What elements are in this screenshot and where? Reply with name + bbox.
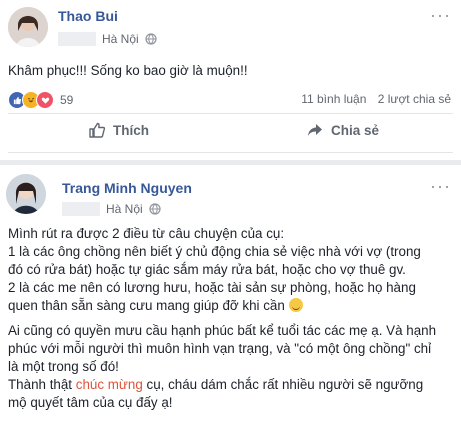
- text-segment: Thành thật: [8, 377, 76, 392]
- divider: [8, 113, 453, 114]
- timestamp[interactable]: [58, 32, 96, 46]
- divider: [8, 152, 453, 153]
- share-count[interactable]: 2 lượt chia sẻ: [378, 92, 451, 106]
- post-stats: 11 bình luận 2 lượt chia sẻ: [301, 92, 451, 106]
- post-meta: Hà Nội: [58, 32, 157, 46]
- text-segment: cụ, cháu dám chắc rất nhiều người sẽ ngư…: [142, 377, 424, 392]
- reaction-count: 59: [60, 93, 74, 107]
- like-button[interactable]: Thích: [88, 121, 149, 139]
- post-meta: Hà Nội: [62, 202, 161, 216]
- comment-count[interactable]: 11 bình luận: [301, 92, 366, 106]
- text-line: 2 là các me nên có lương hưu, hoặc tài s…: [8, 280, 416, 295]
- avatar[interactable]: [6, 174, 46, 214]
- text-line: Mình rút ra được 2 điều từ câu chuyện củ…: [8, 226, 285, 241]
- highlighted-text: chúc mừng: [75, 377, 143, 392]
- post-paragraph: Mình rút ra được 2 điều từ câu chuyện củ…: [8, 225, 451, 315]
- text-line: đó có rửa bát) hoặc tự giác sắm máy rửa …: [8, 262, 406, 277]
- more-options-icon[interactable]: ···: [430, 177, 451, 195]
- location[interactable]: Hà Nội: [106, 202, 143, 216]
- post-text: Khâm phục!!! Sống ko bao giờ là muộn!!: [8, 63, 248, 78]
- text-line: mộ quyết tâm của cụ đấy ạ!: [8, 395, 173, 410]
- globe-icon[interactable]: [145, 33, 157, 45]
- timestamp[interactable]: [62, 202, 100, 216]
- more-options-icon[interactable]: ···: [430, 6, 451, 24]
- globe-icon[interactable]: [149, 203, 161, 215]
- avatar[interactable]: [8, 7, 48, 47]
- text-line: Thành thật chúc mừng cụ, cháu dám chắc r…: [8, 376, 451, 394]
- smile-emoji-icon: [288, 298, 303, 312]
- like-label: Thích: [113, 122, 149, 138]
- location[interactable]: Hà Nội: [102, 32, 139, 46]
- love-reaction-icon: [36, 91, 54, 109]
- share-label: Chia sẻ: [331, 122, 380, 138]
- text-segment: quen thân sẵn sàng cưu mang giúp đỡ khi …: [8, 298, 285, 313]
- author-name[interactable]: Thao Bui: [58, 8, 118, 24]
- author-name[interactable]: Trang Minh Nguyen: [62, 180, 192, 196]
- text-line: là một trong số đó!: [8, 359, 119, 374]
- post-paragraph: Ai cũng có quyền mưu cầu hạnh phúc bất k…: [8, 322, 451, 412]
- text-line: Ai cũng có quyền mưu cầu hạnh phúc bất k…: [8, 323, 437, 338]
- post-card: Thao Bui Hà Nội ··· Khâm phục!!! Sống ko…: [0, 0, 461, 160]
- reaction-summary[interactable]: 59: [8, 91, 73, 109]
- thumbs-up-icon: [89, 122, 106, 138]
- text-line: phúc với mỗi người thì muôn hình vạn trạ…: [8, 341, 432, 356]
- share-button[interactable]: Chia sẻ: [306, 121, 379, 139]
- text-line: quen thân sẵn sàng cưu mang giúp đỡ khi …: [8, 297, 451, 315]
- post-card: Trang Minh Nguyen Hà Nội ··· Mình rút ra…: [0, 165, 461, 433]
- text-line: 1 là các ông chồng nên biết ý chủ động c…: [8, 244, 421, 259]
- share-icon: [308, 124, 322, 136]
